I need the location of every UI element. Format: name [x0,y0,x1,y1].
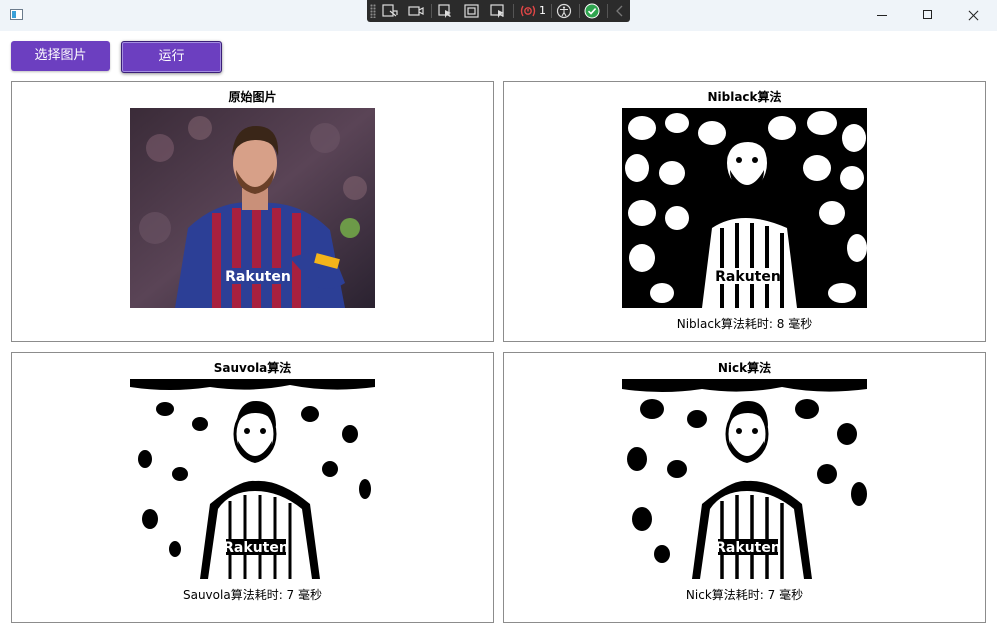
run-button[interactable]: 运行 [121,41,222,73]
binding-failures-icon[interactable] [519,3,537,19]
toolbar-separator [579,4,580,18]
sauvola-timing-label: Sauvola算法耗时: 7 毫秒 [182,588,322,602]
toolbar-separator [513,4,514,18]
live-visual-tree-icon[interactable] [381,3,399,19]
svg-text:Rakuten: Rakuten [715,269,781,285]
runtime-debug-toolbar: 1 [367,0,630,22]
collapse-toolbar-icon[interactable] [611,3,629,19]
svg-text:Rakuten: Rakuten [715,540,781,556]
sauvola-result-image: Rakuten [130,379,375,579]
close-button[interactable] [951,0,997,31]
accessibility-icon[interactable] [555,3,573,19]
original-photo: Rakuten [130,108,375,308]
panel-title: Niblack算法 [707,90,782,104]
toolbar-separator [551,4,552,18]
toolbar-separator [431,4,432,18]
svg-text:Rakuten: Rakuten [225,269,291,285]
select-image-button[interactable]: 选择图片 [11,41,110,71]
sauvola-panel: Sauvola算法 Rakuten Sauvola算法耗时: 7 毫秒 [11,352,494,623]
niblack-result-image: Rakuten [622,108,867,308]
original-image-panel: 原始图片 Rakuten [11,81,494,342]
panel-title: 原始图片 [228,90,277,104]
svg-text:Rakuten: Rakuten [223,540,289,556]
drag-grip-icon[interactable] [370,4,376,18]
nick-timing-label: Nick算法耗时: 7 毫秒 [685,588,804,602]
maximize-button[interactable] [905,0,951,31]
toolbar-separator [607,4,608,18]
app-window-icon [10,9,23,20]
nick-panel: Nick算法 Rakuten Nick算法耗时: 7 毫秒 [503,352,986,623]
display-layout-adorners-icon[interactable] [463,3,481,19]
binding-failures-count: 1 [539,4,546,17]
panel-title: Sauvola算法 [213,361,292,375]
minimize-button[interactable] [859,0,905,31]
panel-title: Nick算法 [717,361,772,375]
nick-result-image: Rakuten [622,379,867,579]
hot-reload-ok-icon[interactable] [583,3,601,19]
record-icon[interactable] [407,3,425,19]
track-focused-element-icon[interactable] [489,3,507,19]
select-element-icon[interactable] [437,3,455,19]
niblack-timing-label: Niblack算法耗时: 8 毫秒 [676,317,813,331]
niblack-panel: Niblack算法 Rakuten Niblack算法耗时: 8 毫秒 [503,81,986,342]
